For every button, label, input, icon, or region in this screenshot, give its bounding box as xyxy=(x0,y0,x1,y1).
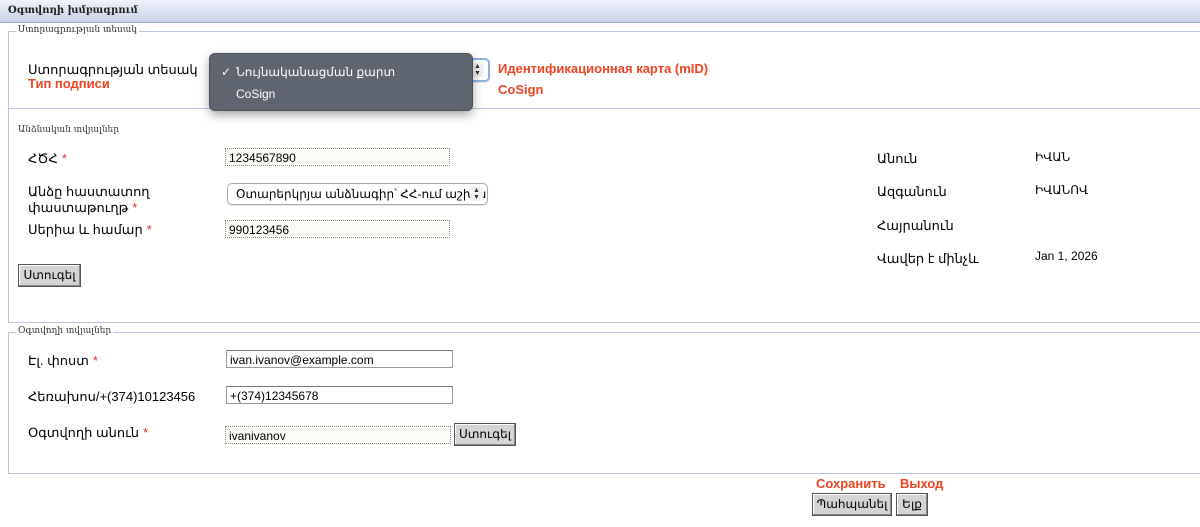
check-document-button[interactable]: Ստուգել xyxy=(18,264,81,287)
required-mark: * xyxy=(61,151,67,166)
username-field[interactable]: ivanivanov xyxy=(225,426,451,444)
dropdown-option-label: CoSign xyxy=(236,87,276,101)
first-name-value: ԻՎԱՆ xyxy=(1035,150,1071,164)
ssn-label: ՀԾՀ * xyxy=(28,151,67,167)
series-label-text: Սերիա և համար xyxy=(28,222,143,237)
checkmark-icon: ✓ xyxy=(221,65,232,79)
exit-button[interactable]: Ելք xyxy=(896,493,928,516)
exit-translation: Выход xyxy=(900,476,944,491)
first-name-label: Անուն xyxy=(877,151,918,166)
required-mark: * xyxy=(143,425,149,440)
id-doc-label-text: փաստաթուղթ xyxy=(28,200,129,215)
last-name-label: Ազգանուն xyxy=(877,184,947,199)
save-translation: Сохранить xyxy=(816,476,886,491)
ssn-label-text: ՀԾՀ xyxy=(28,151,58,166)
email-label-text: Էլ. փոստ xyxy=(28,353,89,368)
username-label: Օգտվողի անուն * xyxy=(28,425,148,441)
email-label: Էլ. փոստ * xyxy=(28,353,98,369)
check-username-button[interactable]: Ստուգել xyxy=(454,423,516,446)
personal-data-fieldset xyxy=(8,108,1200,323)
signature-type-label-translation: Тип подписи xyxy=(28,76,110,91)
dropdown-option-label: Նույնականացման քարտ xyxy=(236,65,396,79)
signature-type-legend: Ստորագրության տեսակ xyxy=(16,25,139,35)
series-input[interactable]: 990123456 xyxy=(225,220,450,238)
username-label-text: Օգտվողի անուն xyxy=(28,425,140,440)
id-doc-label-line2: փաստաթուղթ * xyxy=(28,200,137,216)
save-button[interactable]: Պահպանել xyxy=(812,493,892,516)
dropdown-option-cosign[interactable]: CoSign xyxy=(224,87,275,101)
signature-type-dropdown-menu: ✓ Նույնականացման քարտ CoSign xyxy=(209,53,473,111)
patronymic-label: Հայրանուն xyxy=(877,218,954,233)
required-mark: * xyxy=(92,353,98,368)
personal-data-legend: Անձնական տվյալներ xyxy=(16,125,121,135)
id-doc-selected-value: Օտարերկրյա անձնագիր՝ ՀՀ-ում աշխատ xyxy=(236,187,488,201)
valid-until-label: Վավեր է մինչև xyxy=(877,251,979,266)
signature-option-translation-2: CoSign xyxy=(498,82,544,97)
required-mark: * xyxy=(132,200,138,215)
dropdown-option-id-card[interactable]: ✓ Նույնականացման քարտ xyxy=(221,65,396,79)
ssn-input[interactable]: 1234567890 xyxy=(225,148,450,166)
email-field[interactable]: ivan.ivanov@example.com xyxy=(226,350,453,368)
id-doc-label-line1: Անձը հաստատող xyxy=(28,184,150,199)
window-title: Օգտվողի խմբագրում xyxy=(8,5,138,16)
phone-label: Հեռախոս/+(374)10123456 xyxy=(28,389,196,404)
select-arrows-icon: ▲ ▼ xyxy=(470,187,483,201)
user-data-legend: Օգտվողի տվյալներ xyxy=(16,326,114,336)
id-doc-select[interactable]: Օտարերկրյա անձնագիր՝ ՀՀ-ում աշխատ ▲ ▼ xyxy=(227,183,488,205)
phone-field[interactable]: +(374)12345678 xyxy=(226,386,453,404)
signature-option-translation-1: Идентификационная карта (mID) xyxy=(498,61,709,76)
series-label: Սերիա և համար * xyxy=(28,222,152,238)
required-mark: * xyxy=(146,222,152,237)
window-title-bar: Օգտվողի խմբագրում xyxy=(0,0,1200,23)
last-name-value: ԻՎԱՆՈՎ xyxy=(1035,183,1089,197)
valid-until-value: Jan 1, 2026 xyxy=(1035,249,1098,263)
